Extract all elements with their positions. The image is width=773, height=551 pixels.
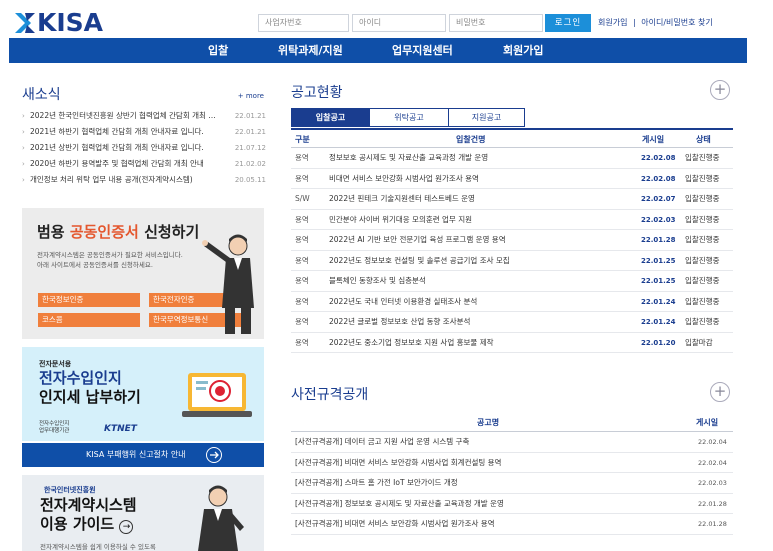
- bullet-icon: ›: [22, 176, 25, 184]
- cert-link-kica[interactable]: 한국정보인증: [38, 293, 140, 307]
- certificate-banner: 범용 공동인증서 신청하기 전자계약시스템은 공동인증서가 필요한 서비스입니다…: [22, 208, 264, 339]
- nav-item-support-center[interactable]: 업무지원센터: [392, 38, 453, 63]
- table-row[interactable]: 용역 2022년도 중소기업 정보보호 지원 사업 홍보물 제작 22.01.2…: [291, 333, 733, 353]
- table-row[interactable]: 용역 비대면 서비스 보안강화 시범사업 원가조사 용역 22.02.08 입찰…: [291, 169, 733, 189]
- login-button[interactable]: 로그인: [545, 14, 591, 32]
- notice-title: 공고현황: [291, 85, 343, 101]
- user-id-input[interactable]: 아이디: [352, 14, 446, 32]
- e-contract-guide-banner[interactable]: 한국인터넷진흥원 전자계약시스템 이용 가이드 → 전자계약시스템을 쉽게 이용…: [22, 475, 264, 551]
- table-row[interactable]: 용역 2022년도 국내 인터넷 이용환경 실태조사 분석 22.01.24 입…: [291, 292, 733, 312]
- list-item[interactable]: › 2021년 상반기 협력업체 간담회 개최 안내자료 입니다. 21.07.…: [22, 140, 266, 156]
- news-title: 새소식: [22, 87, 61, 103]
- table-row[interactable]: 용역 2022년 AI 기반 보안 전문기업 육성 프로그램 운영 용역 22.…: [291, 230, 733, 251]
- kisa-logo-text: KISA: [37, 8, 104, 37]
- kisa-brand-label: 한국인터넷진흥원: [44, 486, 96, 494]
- corruption-report-button[interactable]: KISA 부패행위 신고절차 안내: [22, 443, 264, 467]
- list-item[interactable]: › 개인정보 처리 위탁 업무 내용 공개(전자계약시스템) 20.05.11: [22, 172, 266, 188]
- tab-support-notice[interactable]: 지원공고: [448, 108, 525, 127]
- table-row[interactable]: 용역 정보보호 공시제도 및 자료산출 교육과정 개발 운영 22.02.08 …: [291, 148, 733, 169]
- stamp-tax-banner[interactable]: 전자문서용 전자수입인지 인지세 납부하기 전자수입인지 업무대행기관 KTNE…: [22, 347, 264, 441]
- table-row[interactable]: S/W 2022년 핀테크 기술지원센터 테스트베드 운영 22.02.07 입…: [291, 189, 733, 210]
- password-input[interactable]: 비밀번호: [449, 14, 543, 32]
- table-row[interactable]: [사전규격공개] 데이터 금고 지원 사업 운영 시스템 구축 22.02.04: [291, 432, 733, 453]
- nav-item-join[interactable]: 회원가입: [503, 38, 543, 63]
- e-contract-guide-title: 전자계약시스템 이용 가이드 →: [40, 496, 137, 534]
- pre-spec-table-header: 공고명 게시일: [291, 412, 733, 432]
- link-separator: |: [633, 18, 636, 27]
- join-link[interactable]: 회원가입: [598, 18, 627, 27]
- notice-more-plus-icon[interactable]: +: [710, 80, 730, 100]
- stamp-tax-banner-title: 전자수입인지 인지세 납부하기: [39, 369, 141, 406]
- table-row[interactable]: 용역 2022년 글로벌 정보보호 산업 동향 조사분석 22.01.24 입찰…: [291, 312, 733, 333]
- ktnet-logo: KTNET: [104, 424, 137, 434]
- news-section: 새소식 + more › 2022년 한국인터넷진흥원 상반기 협력업체 간담회…: [22, 84, 266, 184]
- table-row[interactable]: [사전규격공개] 스마트 홈 가전 IoT 보안가이드 개정 22.02.03: [291, 473, 733, 494]
- list-item[interactable]: › 2022년 한국인터넷진흥원 상반기 협력업체 간담회 개최 안내 22.0…: [22, 108, 266, 124]
- laptop-stamp-illustration-icon: [180, 367, 254, 425]
- find-account-link[interactable]: 아이디/비밀번호 찾기: [641, 18, 712, 27]
- pre-spec-more-plus-icon[interactable]: +: [710, 382, 730, 402]
- man-illustration-icon: [184, 479, 246, 551]
- news-list: › 2022년 한국인터넷진흥원 상반기 협력업체 간담회 개최 안내 22.0…: [22, 108, 266, 188]
- bullet-icon: ›: [22, 112, 25, 120]
- main-nav: 입찰 위탁과제/지원 업무지원센터 회원가입: [9, 38, 747, 63]
- cert-link-koscom[interactable]: 코스콤: [38, 313, 140, 327]
- list-item[interactable]: › 2020년 하반기 용역발주 및 협력업체 간담회 개최 안내 21.02.…: [22, 156, 266, 172]
- tab-bid-notice[interactable]: 입찰공고: [291, 108, 370, 127]
- notice-tabs: 입찰공고 위탁공고 지원공고: [291, 108, 525, 127]
- certificate-banner-desc: 전자계약시스템은 공동인증서가 필요한 서비스입니다. 아래 사이트에서 공동인…: [37, 251, 183, 269]
- table-row[interactable]: [사전규격공개] 정보보호 공시제도 및 자료산출 교육과정 개발 운영 22.…: [291, 494, 733, 514]
- notice-section: 공고현황 + 입찰공고 위탁공고 지원공고 구분 입찰건명 게시일 상태 용역 …: [291, 80, 733, 353]
- arrow-circle-icon: →: [119, 520, 134, 534]
- bullet-icon: ›: [22, 128, 25, 136]
- top-links: 회원가입 | 아이디/비밀번호 찾기: [598, 17, 713, 28]
- pre-spec-section: 사전규격공개 + 공고명 게시일 [사전규격공개] 데이터 금고 지원 사업 운…: [291, 382, 733, 535]
- table-row[interactable]: 용역 2022년도 정보보호 컨설팅 및 솔루션 공급기업 조사 모집 22.0…: [291, 251, 733, 271]
- nav-item-consignment[interactable]: 위탁과제/지원: [278, 38, 343, 63]
- table-row[interactable]: 용역 민간분야 사이버 위기대응 모의훈련 업무 지원 22.02.03 입찰진…: [291, 210, 733, 230]
- list-item[interactable]: › 2021년 하반기 협력업체 간담회 개최 안내자료 입니다. 22.01.…: [22, 124, 266, 140]
- tab-consign-notice[interactable]: 위탁공고: [369, 108, 449, 127]
- news-more-link[interactable]: + more: [238, 92, 264, 100]
- kisa-logo-mark-icon: [14, 10, 36, 36]
- table-row[interactable]: [사전규격공개] 비대면 서비스 보안강화 시범사업 원가조사 용역 22.01…: [291, 514, 733, 535]
- table-row[interactable]: [사전규격공개] 비대면 서비스 보안강화 시범사업 회계컨설팅 용역 22.0…: [291, 453, 733, 473]
- nav-item-bid[interactable]: 입찰: [208, 38, 228, 63]
- certificate-banner-title: 범용 공동인증서 신청하기: [37, 223, 200, 241]
- top-header: KISA 사업자번호 아이디 비밀번호 로그인 회원가입 | 아이디/비밀번호 …: [0, 0, 773, 38]
- notice-table-body: 용역 정보보호 공시제도 및 자료산출 교육과정 개발 운영 22.02.08 …: [291, 148, 733, 353]
- pre-spec-table-body: [사전규격공개] 데이터 금고 지원 사업 운영 시스템 구축 22.02.04…: [291, 432, 733, 535]
- arrow-right-icon: [206, 447, 222, 463]
- bullet-icon: ›: [22, 160, 25, 168]
- pointing-man-illustration-icon: [198, 228, 258, 336]
- notice-table-header: 구분 입찰건명 게시일 상태: [291, 128, 733, 148]
- business-number-input[interactable]: 사업자번호: [258, 14, 349, 32]
- bullet-icon: ›: [22, 144, 25, 152]
- pre-spec-title: 사전규격공개: [291, 387, 369, 403]
- kisa-logo[interactable]: KISA: [14, 8, 103, 37]
- table-row[interactable]: 용역 블록체인 동향조사 및 심층분석 22.01.25 입찰진행중: [291, 271, 733, 292]
